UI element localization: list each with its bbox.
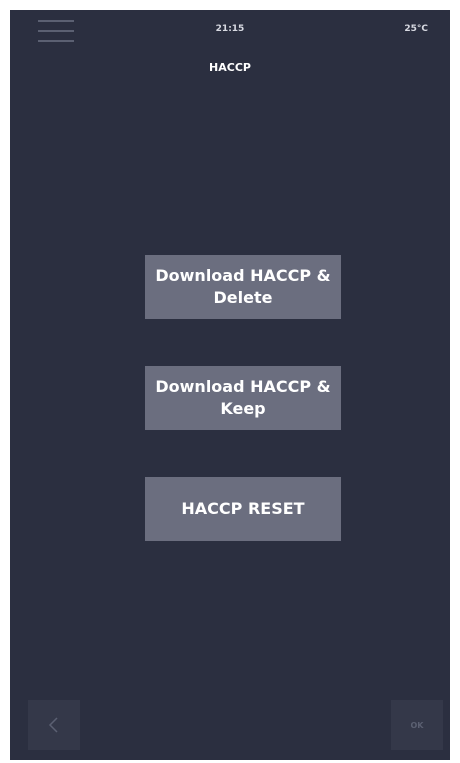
clock: 21:15 — [215, 24, 245, 34]
chevron-left-icon — [48, 717, 58, 733]
page-title: HACCP — [209, 61, 251, 74]
haccp-screen: 21:15 25°C HACCP Download HACCP & Delete… — [10, 10, 450, 760]
download-haccp-delete-button[interactable]: Download HACCP & Delete — [145, 255, 341, 319]
menu-icon-bar-top — [38, 20, 74, 22]
haccp-reset-button[interactable]: HACCP RESET — [145, 477, 341, 541]
ok-button[interactable]: OK — [391, 700, 443, 750]
download-haccp-keep-button[interactable]: Download HACCP & Keep — [145, 366, 341, 430]
menu-icon-bar-bottom — [38, 40, 74, 42]
temperature-readout: 25°C — [404, 24, 428, 34]
back-button[interactable] — [28, 700, 80, 750]
